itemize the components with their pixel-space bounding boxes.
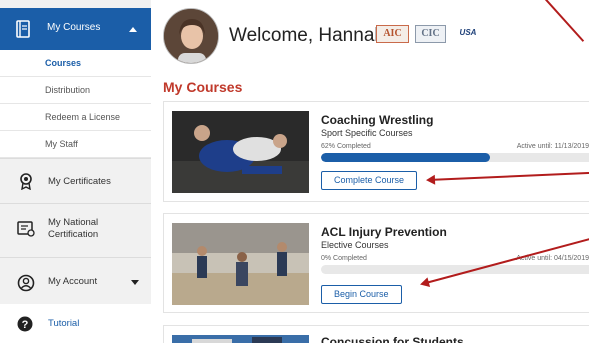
course-card: ACL Injury Prevention Elective Courses 0…: [163, 213, 589, 313]
course-card: Coaching Wrestling Sport Specific Course…: [163, 101, 589, 202]
sidebar: My Courses Courses Distribution Redeem a…: [0, 0, 151, 343]
certificate-icon: [20, 173, 32, 190]
course-card: Concussion for Students: [163, 325, 589, 343]
complete-course-button[interactable]: Complete Course: [321, 171, 418, 190]
help-icon: ?: [17, 316, 33, 332]
annotation-line: [542, 0, 585, 42]
progress-label: 62% Completed: [321, 143, 371, 150]
begin-course-button[interactable]: Begin Course: [321, 285, 402, 304]
active-until: Active until: 11/13/2019: [516, 143, 589, 150]
document-badge-icon: [17, 221, 35, 237]
user-photo-icon: [164, 9, 218, 63]
progress-fill: [321, 153, 491, 162]
course-thumbnail: [172, 335, 309, 343]
sidebar-item-tutorial[interactable]: ? Tutorial: [0, 304, 151, 343]
sidebar-item-my-account[interactable]: My Account: [0, 257, 151, 304]
course-category: Elective Courses: [321, 240, 389, 250]
page-title: My Courses: [163, 79, 243, 95]
course-title: Coaching Wrestling: [321, 113, 434, 127]
submenu-item-my-staff[interactable]: My Staff: [0, 131, 151, 158]
course-thumbnail: [172, 111, 309, 193]
user-circle-icon: [17, 274, 35, 292]
sidebar-item-my-national-certification[interactable]: My National Certification: [0, 203, 151, 257]
book-icon: [16, 20, 30, 38]
sidebar-item-my-courses[interactable]: My Courses: [0, 8, 151, 50]
submenu-item-courses[interactable]: Courses: [0, 50, 151, 77]
course-thumbnail: [172, 223, 309, 305]
course-category: Sport Specific Courses: [321, 128, 413, 138]
courses-submenu: Courses Distribution Redeem a License My…: [0, 50, 151, 158]
progress-label: 0% Completed: [321, 255, 367, 262]
svg-text:?: ?: [22, 319, 29, 331]
aic-logo: AIC: [376, 25, 409, 43]
sidebar-item-my-certificates[interactable]: My Certificates: [0, 158, 151, 203]
avatar[interactable]: [163, 8, 219, 64]
sidebar-item-label: Tutorial: [48, 318, 80, 329]
welcome-message: Welcome, Hannah: [229, 25, 385, 46]
sidebar-item-label: My Courses: [47, 22, 101, 33]
label-line-2: Certification: [48, 229, 99, 240]
submenu-item-redeem-license[interactable]: Redeem a License: [0, 104, 151, 131]
course-title: ACL Injury Prevention: [321, 225, 447, 239]
usa-logo: USA: [459, 28, 477, 37]
label-line-1: My National: [48, 217, 99, 228]
progress-bar: [321, 265, 589, 274]
submenu-item-distribution[interactable]: Distribution: [0, 77, 151, 104]
chevron-down-icon: [131, 280, 139, 285]
cic-logo: CIC: [415, 25, 446, 43]
sidebar-item-label: My National Certification: [48, 217, 98, 241]
sidebar-item-label: My Certificates: [48, 176, 111, 187]
progress-bar: [321, 153, 589, 162]
chevron-up-icon: [129, 27, 137, 32]
sidebar-item-label: My Account: [48, 276, 98, 287]
course-title: Concussion for Students: [321, 335, 464, 343]
